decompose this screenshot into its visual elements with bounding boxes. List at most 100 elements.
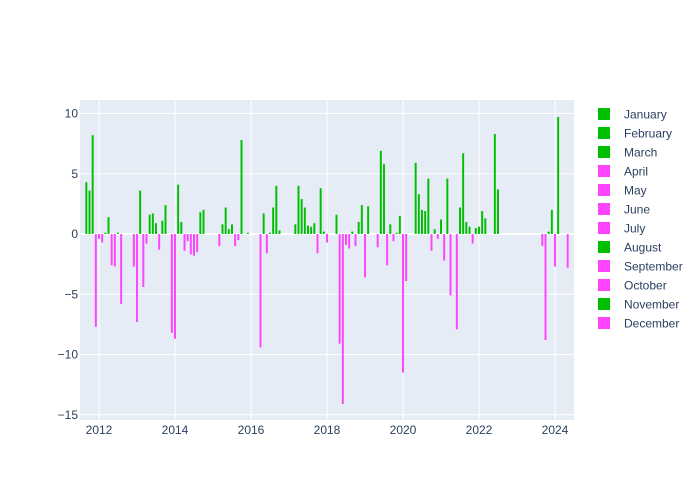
bar: [85, 182, 88, 234]
bar: [446, 178, 449, 234]
bar: [478, 226, 480, 234]
legend-swatch: [598, 222, 610, 234]
legend-swatch: [598, 298, 610, 310]
bar: [421, 209, 423, 234]
bar: [550, 209, 553, 234]
bar: [272, 207, 275, 234]
bar: [224, 207, 227, 234]
bar: [402, 234, 404, 373]
bar: [389, 224, 392, 234]
bar: [278, 230, 281, 234]
bar: [316, 234, 319, 254]
bar: [424, 211, 427, 234]
bar: [459, 207, 461, 234]
y-tick-label: −10: [58, 348, 79, 362]
bar: [566, 234, 569, 268]
legend-swatch: [598, 203, 610, 215]
legend-item[interactable]: October: [598, 279, 667, 293]
bar: [177, 184, 180, 234]
bar: [164, 205, 167, 234]
bar: [189, 234, 192, 255]
legend-item[interactable]: February: [598, 127, 672, 141]
y-tick-label: 0: [71, 227, 78, 241]
legend-item[interactable]: March: [598, 146, 657, 160]
bar: [367, 206, 370, 234]
bar: [155, 223, 157, 235]
legend-swatch: [598, 108, 610, 120]
bar: [554, 234, 556, 267]
bar: [199, 212, 202, 234]
legend-label: August: [624, 241, 662, 255]
bar: [231, 224, 233, 234]
bar: [240, 140, 243, 234]
bar: [183, 234, 186, 251]
x-tick-label: 2018: [314, 423, 341, 437]
legend-label: February: [624, 127, 672, 141]
bar: [142, 234, 145, 288]
y-tick-label: 10: [65, 107, 79, 121]
legend-label: December: [624, 317, 679, 331]
bar: [468, 226, 471, 234]
bar: [313, 223, 316, 235]
bar: [364, 234, 366, 278]
legend-item[interactable]: June: [598, 203, 650, 217]
bar: [383, 164, 385, 234]
bar: [246, 232, 249, 234]
bar: [357, 221, 360, 234]
bar: [345, 234, 347, 245]
bar: [297, 185, 300, 234]
bar: [440, 219, 442, 234]
bar: [101, 234, 104, 243]
bar: [174, 234, 176, 339]
bar: [180, 221, 183, 234]
x-tick-label: 2020: [390, 423, 417, 437]
bar: [427, 178, 430, 234]
bar: [322, 231, 325, 234]
legend-swatch: [598, 165, 610, 177]
x-tick-label: 2014: [162, 423, 189, 437]
bar: [547, 231, 550, 234]
legend-swatch: [598, 184, 610, 196]
legend-swatch: [598, 260, 610, 272]
bar: [481, 211, 484, 234]
bar: [117, 232, 119, 234]
bar: [462, 153, 465, 234]
bar: [465, 221, 468, 234]
bar: [91, 135, 94, 234]
bar: [107, 217, 110, 234]
bar: [98, 234, 100, 239]
bar: [110, 234, 113, 266]
bar: [557, 117, 560, 234]
y-tick-label: 5: [71, 167, 78, 181]
legend-label: January: [624, 108, 667, 122]
legend-label: May: [624, 184, 647, 198]
legend-label: November: [624, 298, 679, 312]
bar: [430, 234, 433, 251]
bar: [265, 234, 268, 254]
legend-item[interactable]: January: [598, 108, 667, 122]
bar: [497, 189, 499, 234]
bar: [493, 133, 496, 234]
bar: [395, 232, 398, 234]
bar: [303, 207, 306, 234]
bar: [386, 234, 389, 266]
bar: [262, 213, 265, 234]
bar: [161, 220, 164, 235]
bar: [376, 234, 379, 248]
legend-swatch: [598, 127, 610, 139]
legend-label: July: [624, 222, 645, 236]
bar: [275, 185, 278, 234]
bar: [88, 190, 91, 234]
legend-item[interactable]: August: [598, 241, 662, 255]
bar: [351, 231, 354, 234]
bar: [360, 205, 363, 234]
legend-label: March: [624, 146, 657, 160]
bar: [193, 234, 195, 256]
bar: [326, 234, 328, 243]
y-tick-label: −5: [64, 287, 78, 301]
bar: [104, 232, 107, 234]
legend-label: April: [624, 165, 648, 179]
x-tick-label: 2016: [238, 423, 265, 437]
bar: [398, 215, 401, 235]
bar: [237, 234, 240, 241]
